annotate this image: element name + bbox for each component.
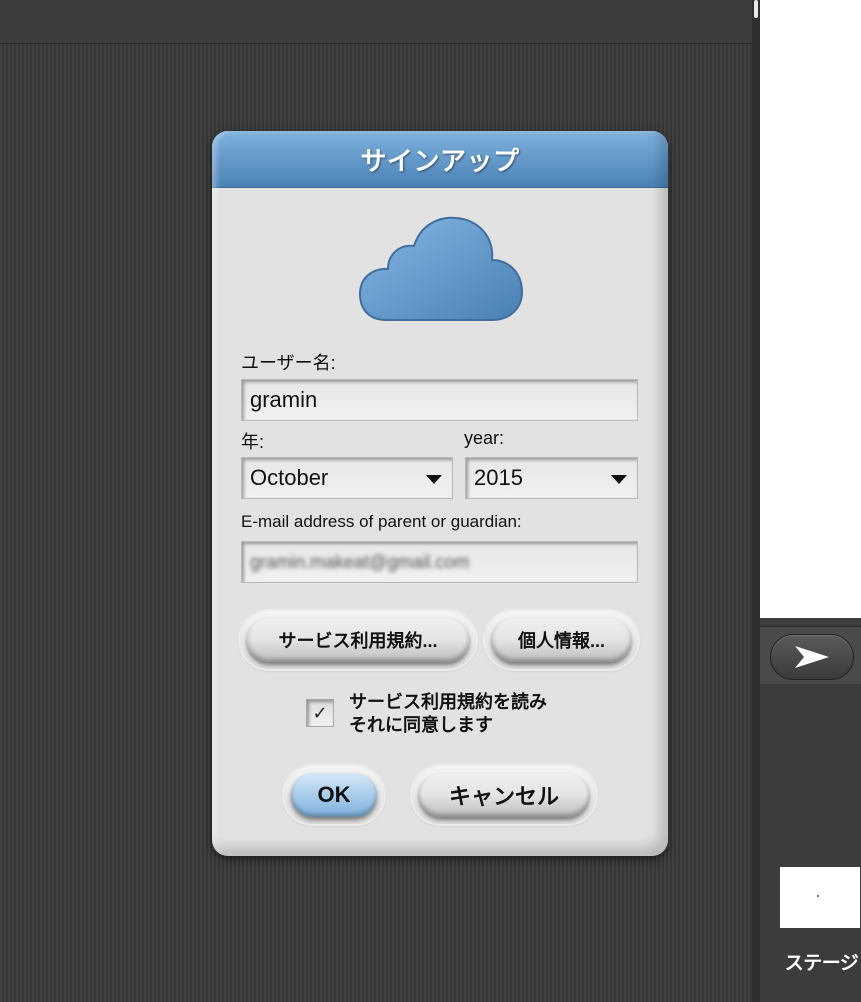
dialog-header[interactable]: サインアップ xyxy=(212,131,668,188)
month-select[interactable]: October xyxy=(241,457,453,499)
cloud-icon xyxy=(358,216,524,321)
vertical-scrollbar[interactable] xyxy=(752,0,760,1002)
stage-toolbar xyxy=(760,626,861,684)
stage-label: ステージ xyxy=(784,953,859,974)
signup-dialog: サインアップ ユーザー名: gramin 年: year: October 20… xyxy=(212,131,668,856)
month-label: 年: xyxy=(241,432,265,452)
terms-button[interactable]: サービス利用規約... xyxy=(240,611,476,669)
check-icon: ✓ xyxy=(312,702,328,723)
stage-panel: ステージ xyxy=(760,0,861,1002)
agree-label-line1: サービス利用規約を読み xyxy=(349,692,547,712)
arrow-button[interactable] xyxy=(770,634,854,680)
ok-button[interactable]: OK xyxy=(284,766,384,824)
month-select-value: October xyxy=(250,465,329,490)
agree-label: サービス利用規約を読み それに同意します xyxy=(349,691,589,737)
scrollbar-thumb[interactable] xyxy=(754,0,758,18)
cancel-button-label: キャンセル xyxy=(419,773,589,817)
stage-canvas[interactable] xyxy=(760,0,861,618)
username-field[interactable]: gramin xyxy=(241,379,638,421)
stage-thumbnail[interactable] xyxy=(780,867,860,928)
top-toolbar xyxy=(0,0,752,44)
year-select-value: 2015 xyxy=(474,465,523,490)
agree-label-line2: それに同意します xyxy=(349,715,493,735)
chevron-down-icon xyxy=(426,475,442,484)
year-select[interactable]: 2015 xyxy=(465,457,638,499)
privacy-button-label: 個人情報... xyxy=(492,618,631,662)
email-field[interactable]: gramin.makeat@gmail.com xyxy=(241,541,638,583)
cancel-button[interactable]: キャンセル xyxy=(412,766,596,824)
email-field-value: gramin.makeat@gmail.com xyxy=(250,551,470,572)
chevron-down-icon xyxy=(611,475,627,484)
arrow-right-icon xyxy=(795,646,829,668)
stage-thumbnail-dot xyxy=(817,895,819,897)
ok-button-label: OK xyxy=(291,773,377,817)
terms-button-label: サービス利用規約... xyxy=(247,618,469,662)
agree-checkbox[interactable]: ✓ xyxy=(306,699,334,727)
username-label: ユーザー名: xyxy=(241,353,336,373)
year-label: year: xyxy=(464,428,505,448)
dialog-title: サインアップ xyxy=(360,145,520,176)
email-label: E-mail address of parent or guardian: xyxy=(241,512,522,531)
privacy-button[interactable]: 個人情報... xyxy=(485,611,638,669)
